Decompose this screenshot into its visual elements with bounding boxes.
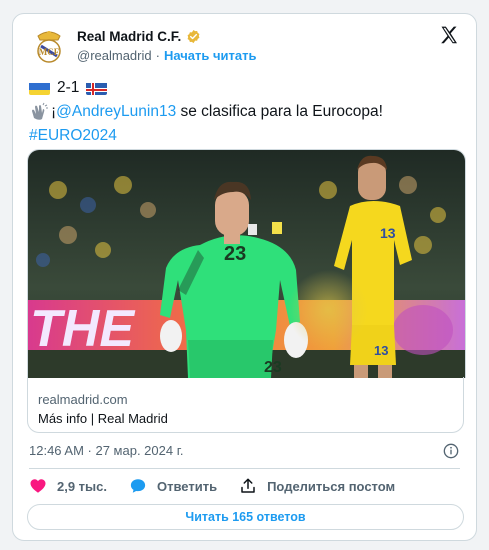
link-preview-card[interactable]: realmadrid.com Más info | Real Madrid	[27, 377, 464, 433]
verified-badge-icon	[187, 29, 200, 44]
tweet-timestamp[interactable]: 12:46 AM · 27 мар. 2024 г.	[29, 443, 183, 458]
banner-text: THE	[30, 300, 135, 358]
svg-text:MCF: MCF	[39, 47, 60, 57]
follow-button[interactable]: Начать читать	[164, 48, 257, 63]
heart-icon	[30, 479, 46, 493]
info-icon[interactable]	[443, 443, 459, 459]
share-icon	[241, 478, 255, 493]
separator-dot: ·	[155, 48, 160, 63]
share-button[interactable]: Поделиться постом	[239, 477, 395, 495]
like-button[interactable]: 2,9 тыс.	[29, 477, 107, 495]
handle-row: @realmadrid · Начать читать	[77, 48, 257, 63]
like-count: 2,9 тыс.	[57, 478, 107, 494]
mention-link[interactable]: @AndreyLunin13	[56, 100, 176, 124]
clapping-hands-emoji-icon	[32, 102, 48, 120]
account-handle[interactable]: @realmadrid	[77, 48, 152, 63]
ukraine-flag-icon	[29, 81, 50, 95]
score-line: 2-1	[29, 76, 383, 100]
tweet-text: 2-1 ¡ @AndreyLunin13 se clasifica para la…	[29, 76, 383, 148]
tweet-card: MCF Real Madrid C.F. @realmadrid · Начат…	[12, 13, 477, 541]
account-name[interactable]: Real Madrid C.F.	[77, 29, 181, 44]
jersey-number-left: 23	[224, 243, 246, 265]
divider	[29, 468, 460, 469]
jersey-number-right: 13	[380, 225, 396, 241]
real-madrid-crest-icon: MCF	[37, 31, 61, 63]
hashtag-line: #EURO2024	[29, 124, 383, 148]
reply-label: Ответить	[157, 478, 218, 494]
avatar[interactable]: MCF	[29, 27, 69, 67]
tweet-media-image[interactable]: THE 23 23 13 13	[27, 149, 466, 378]
link-title: Más info | Real Madrid	[38, 411, 168, 426]
reply-button[interactable]: Ответить	[129, 477, 217, 495]
iceland-flag-icon	[86, 81, 108, 95]
read-replies-button[interactable]: Читать 165 ответов	[27, 504, 464, 530]
shorts-number-left: 23	[264, 359, 282, 376]
link-domain: realmadrid.com	[38, 392, 128, 407]
hashtag-link[interactable]: #EURO2024	[29, 124, 117, 148]
match-score: 2-1	[57, 79, 80, 96]
action-bar: 2,9 тыс. Ответить Поделиться постом	[29, 477, 417, 495]
reply-bubble-icon	[130, 479, 146, 493]
shorts-number-right: 13	[374, 343, 388, 358]
text-suffix: se clasifica para la Eurocopa!	[176, 103, 383, 120]
qualification-line: ¡ @AndreyLunin13 se clasifica para la Eur…	[29, 100, 383, 124]
account-name-row: Real Madrid C.F.	[77, 29, 201, 44]
x-logo-icon[interactable]	[439, 25, 459, 45]
share-label: Поделиться постом	[267, 478, 396, 494]
